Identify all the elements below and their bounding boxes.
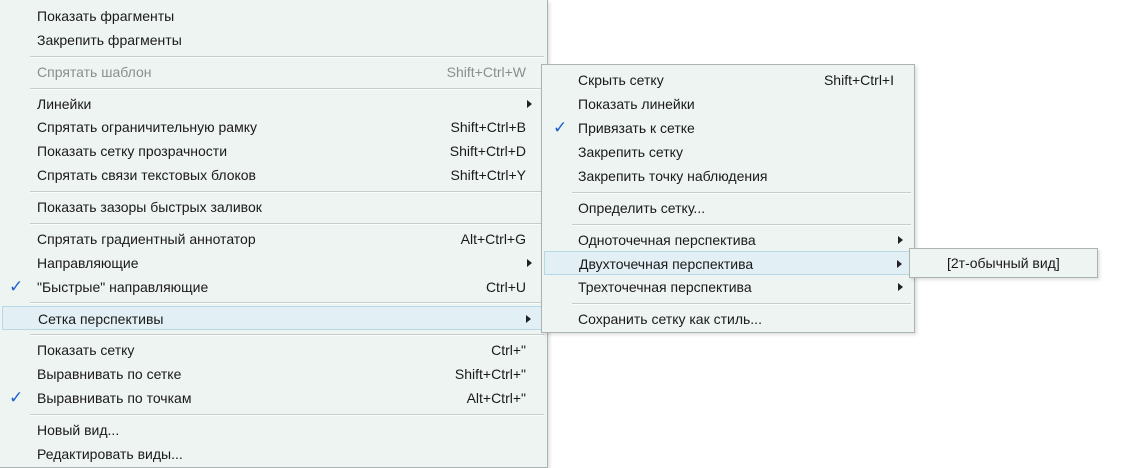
shortcut-label: Ctrl+U [485,279,526,295]
menu-item-three-point-perspective[interactable]: Трехточечная перспектива [544,275,912,299]
menu-separator [572,192,911,194]
menu-item-label: [2т-обычный вид] [947,255,1060,271]
shortcut-label: Shift+Ctrl+D [449,143,526,159]
check-icon: ✓ [553,118,568,137]
menu-item-lock-grid[interactable]: Закрепить сетку [544,140,912,164]
submenu-arrow-icon [898,283,903,291]
view-menu: Показать фрагменты Закрепить фрагменты С… [0,0,548,468]
menu-item-label: Сохранить сетку как стиль... [578,311,762,327]
menu-item-show-fragments[interactable]: Показать фрагменты [2,4,545,28]
menu-item-hide-bounding-box[interactable]: Спрятать ограничительную рамку Shift+Ctr… [2,115,545,139]
menu-item-edit-views[interactable]: Редактировать виды... [2,442,545,466]
shortcut-label: Alt+Ctrl+" [466,390,526,406]
menu-separator [30,88,544,90]
menu-item-label: Трехточечная перспектива [578,279,752,295]
menu-item-label: Показать зазоры быстрых заливок [37,199,262,215]
menu-item-label: Выравнивать по сетке [37,366,182,382]
menu-separator [30,223,544,225]
menu-item-label: Показать сетку [37,342,135,358]
menu-item-define-grid[interactable]: Определить сетку... [544,196,912,220]
shortcut-label: Shift+Ctrl+" [454,366,526,382]
menu-item-hide-grid[interactable]: Скрыть сетку Shift+Ctrl+I [544,68,912,92]
menu-item-smart-guides[interactable]: ✓ "Быстрые" направляющие Ctrl+U [2,275,545,299]
menu-item-label: Линейки [37,96,92,112]
menu-item-show-transparency-grid[interactable]: Показать сетку прозрачности Shift+Ctrl+D [2,139,545,163]
menu-item-label: Спрятать шаблон [37,64,152,80]
submenu-arrow-icon [527,100,532,108]
menu-item-label: Закрепить сетку [578,144,683,160]
submenu-arrow-icon [527,259,532,267]
menu-item-new-view[interactable]: Новый вид... [2,418,545,442]
submenu-arrow-icon [897,260,902,268]
menu-item-hide-gradient-annotator[interactable]: Спрятать градиентный аннотатор Alt+Ctrl+… [2,227,545,251]
shortcut-label: Ctrl+" [491,342,526,358]
menu-separator [30,191,544,193]
shortcut-label: Shift+Ctrl+W [446,64,526,80]
shortcut-label: Alt+Ctrl+G [460,231,526,247]
two-point-perspective-submenu: [2т-обычный вид] [909,248,1098,278]
menu-separator [30,302,544,304]
menu-item-lock-fragments[interactable]: Закрепить фрагменты [2,28,545,52]
menu-item-label: Выравнивать по точкам [37,390,192,406]
shortcut-label: Shift+Ctrl+I [823,72,894,88]
menu-item-label: Новый вид... [37,422,120,438]
menu-item-label: Закрепить фрагменты [37,32,182,48]
menu-item-label: Спрятать ограничительную рамку [37,119,258,135]
menu-item-snap-to-point[interactable]: ✓ Выравнивать по точкам Alt+Ctrl+" [2,386,545,410]
menu-separator [572,303,911,305]
menu-item-lock-station-point[interactable]: Закрепить точку наблюдения [544,164,912,188]
menu-item-show-live-paint-gaps[interactable]: Показать зазоры быстрых заливок [2,195,545,219]
menu-item-hide-template: Спрятать шаблон Shift+Ctrl+W [2,60,545,84]
shortcut-label: Shift+Ctrl+Y [450,167,526,183]
menu-item-label: Спрятать связи текстовых блоков [37,167,256,183]
menu-item-rulers[interactable]: Линейки [2,92,545,116]
menu-separator [30,334,544,336]
menu-item-show-grid[interactable]: Показать сетку Ctrl+" [2,338,545,362]
menu-item-label: Сетка перспективы [38,311,164,327]
menu-item-show-rulers[interactable]: Показать линейки [544,92,912,116]
menu-item-label: Закрепить точку наблюдения [578,168,768,184]
menu-item-one-point-perspective[interactable]: Одноточечная перспектива [544,228,912,252]
menu-separator [30,56,544,58]
menu-item-2pt-normal-view[interactable]: [2т-обычный вид] [912,251,1095,275]
menu-item-label: Привязать к сетке [578,120,695,136]
submenu-arrow-icon [526,315,531,323]
shortcut-label: Shift+Ctrl+B [450,119,526,135]
menu-item-label: Редактировать виды... [37,446,183,462]
menu-item-label: Показать фрагменты [37,8,175,24]
menu-item-two-point-perspective[interactable]: Двухточечная перспектива [544,251,912,275]
menu-item-label: "Быстрые" направляющие [37,279,209,295]
menu-item-label: Спрятать градиентный аннотатор [37,231,256,247]
menu-item-perspective-grid[interactable]: Сетка перспективы [2,306,545,330]
menu-item-label: Показать линейки [578,96,695,112]
menu-item-save-grid-preset[interactable]: Сохранить сетку как стиль... [544,307,912,331]
submenu-arrow-icon [898,236,903,244]
menu-separator [572,224,911,226]
menu-item-label: Определить сетку... [578,200,706,216]
menu-item-snap-to-grid[interactable]: Выравнивать по сетке Shift+Ctrl+" [2,362,545,386]
check-icon: ✓ [9,277,24,296]
check-icon: ✓ [9,388,24,407]
menu-item-label: Одноточечная перспектива [578,232,756,248]
menu-item-label: Скрыть сетку [578,72,664,88]
menu-item-snap-to-grid-perspective[interactable]: ✓ Привязать к сетке [544,116,912,140]
menu-item-label: Показать сетку прозрачности [37,143,228,159]
menu-item-label: Направляющие [37,255,139,271]
menu-item-hide-text-threads[interactable]: Спрятать связи текстовых блоков Shift+Ct… [2,163,545,187]
menu-item-label: Двухточечная перспектива [579,256,754,272]
perspective-grid-submenu: Скрыть сетку Shift+Ctrl+I Показать линей… [541,64,915,333]
menu-separator [30,414,544,416]
menu-item-guides[interactable]: Направляющие [2,251,545,275]
